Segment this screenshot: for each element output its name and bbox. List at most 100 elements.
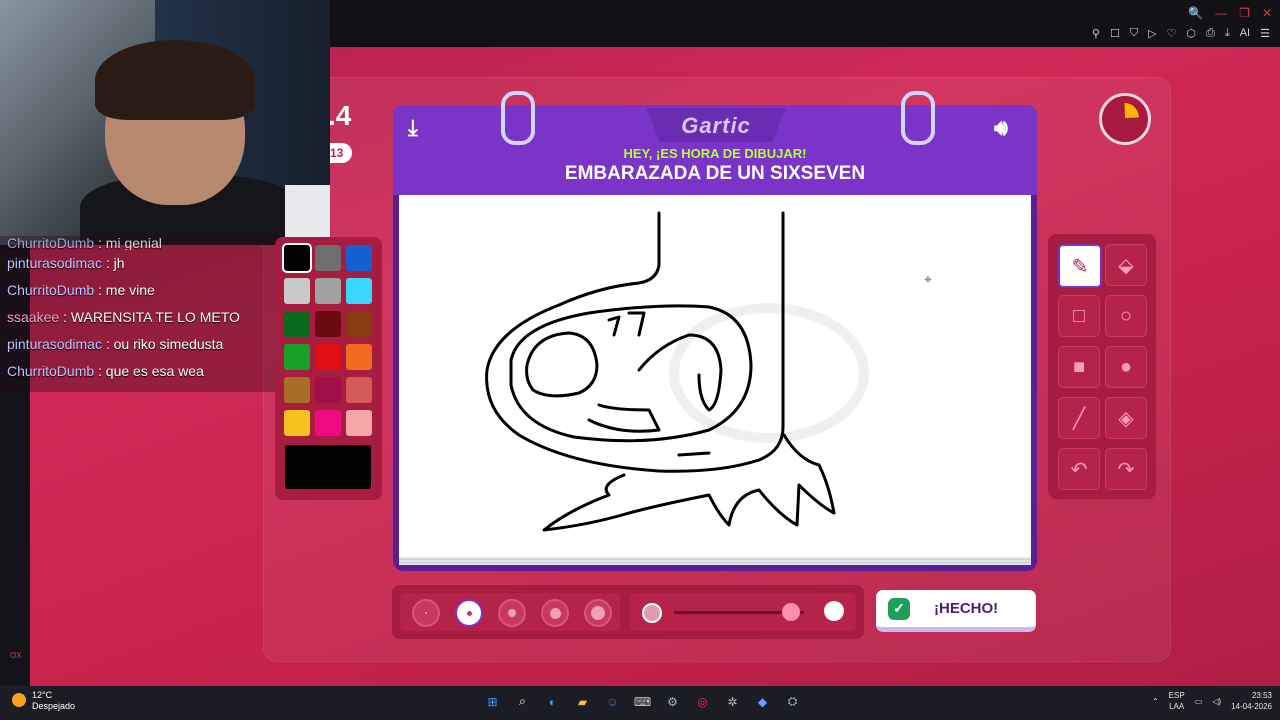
window-controls: 🔍 — ❐ ✕ <box>1188 6 1272 20</box>
restore-icon[interactable]: ❐ <box>1239 6 1250 20</box>
settings-icon[interactable]: ✲ <box>724 693 741 710</box>
capture-icon[interactable]: ☐ <box>1110 27 1120 40</box>
fill-bucket-tool[interactable]: ◈ <box>1105 397 1147 439</box>
brush-size-option[interactable] <box>541 599 569 627</box>
color-swatch[interactable] <box>315 245 341 271</box>
tray-chevron-icon[interactable]: ⌃ <box>1152 697 1159 706</box>
start-icon[interactable]: ⊞ <box>484 693 501 710</box>
chat-user: ssaakee <box>7 309 60 325</box>
network-icon[interactable]: ▭ <box>1195 697 1203 706</box>
minimize-icon[interactable]: — <box>1215 6 1227 20</box>
ai-icon[interactable]: AI <box>1240 27 1250 40</box>
chat-message: ChurritoDumb : me vine <box>0 277 275 304</box>
brush-size-dot <box>425 612 427 614</box>
drawing-board: Gartic HEY, ¡ES HORA DE DIBUJAR! EMBARAZ… <box>393 91 1037 571</box>
chat-user: ChurritoDumb <box>7 236 95 250</box>
color-swatch[interactable] <box>315 344 341 370</box>
extensions-icon[interactable]: ⬡ <box>1186 27 1196 40</box>
opacity-min-icon <box>642 603 662 623</box>
tool-panel: ✎ ⬙ □ ○ ■ ● ╱ ◈ ↶ ↷ <box>1048 234 1156 499</box>
clock[interactable]: 23:53 14-04-2026 <box>1231 690 1272 712</box>
steam-icon[interactable]: ⚙ <box>664 693 681 710</box>
folder-icon[interactable]: ▰ <box>574 693 591 710</box>
obs-icon[interactable]: ◎ <box>694 693 711 710</box>
line-tool[interactable]: ╱ <box>1058 397 1100 439</box>
chat-message: ChurritoDumb : mi genial <box>0 236 275 250</box>
color-swatch[interactable] <box>346 410 372 436</box>
menu-icon[interactable]: ☰ <box>1260 27 1270 40</box>
search-window-icon[interactable]: 🔍 <box>1188 6 1203 20</box>
shield-icon[interactable]: ⛉ <box>1130 27 1138 40</box>
chat-text: : mi genial <box>98 236 162 250</box>
volume-icon[interactable]: 🔊︎ <box>994 115 1008 141</box>
chat-message: ChurritoDumb : que es esa wea <box>0 358 275 385</box>
play-icon[interactable]: ▷ <box>1148 27 1156 40</box>
taskbar-apps: ⊞ ⌕ ◐ ▰ ☺ ⌨ ⚙ ◎ ✲ ◆ ⛭ <box>484 693 801 710</box>
eraser-tool[interactable]: ⬙ <box>1105 244 1147 286</box>
download-drawing-icon[interactable]: ⤓ <box>408 115 418 141</box>
undo-tool[interactable]: ↶ <box>1058 448 1100 490</box>
discord-icon[interactable]: ☺ <box>604 693 621 710</box>
brush-size-option[interactable] <box>412 599 440 627</box>
color-swatch[interactable] <box>315 311 341 337</box>
circle-outline-tool[interactable]: ○ <box>1105 295 1147 337</box>
circle-filled-tool[interactable]: ● <box>1105 346 1147 388</box>
color-swatch[interactable] <box>346 344 372 370</box>
search-icon[interactable]: ⌕ <box>514 693 531 710</box>
chat-overlay: ChurritoDumb : mi genial pinturasodimac … <box>0 236 275 392</box>
language-indicator[interactable]: ESP LAA <box>1169 690 1185 712</box>
vs-icon[interactable]: ◆ <box>754 693 771 710</box>
rectangle-outline-tool[interactable]: □ <box>1058 295 1100 337</box>
timer-wedge <box>1124 102 1139 118</box>
drawing-canvas[interactable]: ⌖ <box>399 195 1031 557</box>
opacity-thumb[interactable] <box>782 603 800 621</box>
done-button-label: ¡HECHO! <box>934 600 999 617</box>
pencil-tool[interactable]: ✎ <box>1058 244 1102 288</box>
chat-message: pinturasodimac : ou riko simedusta <box>0 331 275 358</box>
webcam-overlay <box>0 0 330 245</box>
color-swatch[interactable] <box>346 311 372 337</box>
clock-date: 14-04-2026 <box>1231 702 1272 711</box>
rectangle-filled-tool[interactable]: ■ <box>1058 346 1100 388</box>
download-icon[interactable]: ⤓ <box>1225 27 1230 40</box>
color-swatch[interactable] <box>284 311 310 337</box>
code-icon[interactable]: ⌨ <box>634 693 651 710</box>
weather-desc: Despejado <box>32 701 76 711</box>
color-swatch[interactable] <box>284 410 310 436</box>
chat-text: : que es esa wea <box>98 363 204 379</box>
prompt-word: EMBARAZADA DE UN SIXSEVEN <box>564 163 866 184</box>
color-swatch[interactable] <box>346 245 372 271</box>
webcam-cloth <box>285 185 330 245</box>
weather-widget[interactable]: 12°C Despejado <box>12 690 75 712</box>
stream-mark: OX <box>10 651 22 660</box>
brush-settings <box>392 585 864 639</box>
system-tray: ⌃ ESP LAA ▭ ◁) 23:53 14-04-2026 <box>1152 690 1272 712</box>
screenshot-icon[interactable]: ⎙ <box>1206 27 1215 40</box>
color-swatch[interactable] <box>346 377 372 403</box>
opacity-slider[interactable] <box>630 593 856 631</box>
heart-icon[interactable]: ♡ <box>1167 27 1177 40</box>
opacity-max-icon <box>824 601 844 621</box>
color-swatch[interactable] <box>284 344 310 370</box>
chat-message: pinturasodimac : jh <box>0 250 275 277</box>
color-swatch[interactable] <box>315 410 341 436</box>
paper-edge <box>399 557 1031 565</box>
brush-size-option[interactable] <box>584 599 612 627</box>
color-swatch[interactable] <box>284 377 310 403</box>
speaker-icon[interactable]: ◁) <box>1212 697 1221 706</box>
color-swatch[interactable] <box>315 278 341 304</box>
color-swatch[interactable] <box>315 377 341 403</box>
brush-size-option[interactable] <box>498 599 526 627</box>
steam2-icon[interactable]: ⛭ <box>784 693 801 710</box>
color-swatch[interactable] <box>346 278 372 304</box>
color-swatch[interactable] <box>282 243 312 273</box>
close-icon[interactable]: ✕ <box>1262 6 1272 20</box>
color-swatch[interactable] <box>284 278 310 304</box>
pin-icon[interactable]: ⚲ <box>1092 27 1100 40</box>
brush-size-option[interactable] <box>455 599 483 627</box>
redo-tool[interactable]: ↷ <box>1105 448 1147 490</box>
done-button[interactable]: ✓ ¡HECHO! <box>876 590 1036 632</box>
chat-text: : WARENSITA TE LO METO <box>63 309 240 325</box>
round-number: .4 <box>328 100 352 131</box>
edge-icon[interactable]: ◐ <box>544 693 561 710</box>
